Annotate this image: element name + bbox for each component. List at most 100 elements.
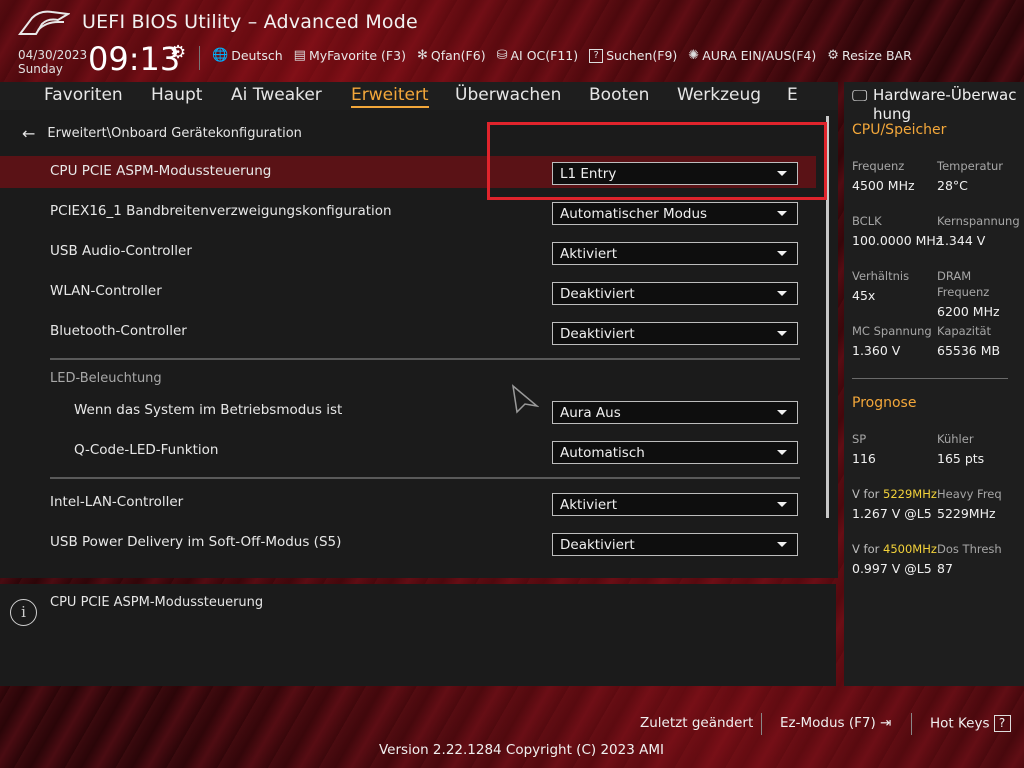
hw-ratio-value: 45x — [852, 288, 876, 303]
fan-icon: ✻ — [416, 48, 428, 63]
tab-favoriten[interactable]: Favoriten — [44, 85, 123, 105]
dropdown-arrow-icon — [777, 542, 787, 547]
dropdown-value: Automatischer Modus — [560, 206, 708, 222]
hw-mc-value: 1.360 V — [852, 343, 901, 358]
section-heading-led: LED-Beleuchtung — [50, 371, 162, 386]
toolbar-label: Suchen(F9) — [606, 48, 678, 63]
toolbar-resize-bar[interactable]: ⚙ Resize BAR — [827, 48, 912, 63]
toolbar-language[interactable]: 🌐 Deutsch — [212, 48, 283, 63]
toolbar-ai-oc[interactable]: ⛁ AI OC(F11) — [497, 48, 579, 63]
hw-vcore-value: 1.344 V — [937, 233, 986, 248]
setting-dropdown[interactable]: Deaktiviert — [552, 322, 798, 345]
setting-row-bluetooth[interactable]: Bluetooth-Controller Deaktiviert — [0, 316, 816, 348]
dropdown-value: Deaktiviert — [560, 326, 635, 342]
hw-v1-label: V for 5229MHz — [852, 486, 937, 502]
section-divider — [50, 477, 800, 479]
toolbar-search[interactable]: ? Suchen(F9) — [589, 48, 677, 63]
tab-exit[interactable]: E — [787, 85, 798, 105]
toolbar-label: MyFavorite (F3) — [308, 48, 406, 63]
last-changed-button[interactable]: Zuletzt geändert — [640, 715, 753, 731]
hw-freq-value: 4500 MHz — [852, 178, 915, 193]
hot-keys-label: Hot Keys — [930, 715, 990, 732]
mouse-cursor-icon — [511, 384, 539, 414]
setting-row-led-working-state[interactable]: Wenn das System im Betriebsmodus ist Aur… — [0, 395, 816, 427]
footer-divider — [911, 713, 912, 735]
setting-label: Wenn das System im Betriebsmodus ist — [74, 402, 343, 418]
ez-mode-label: Ez-Modus (F7) — [780, 715, 876, 731]
hw-divider — [852, 378, 1008, 379]
version-text: Version 2.22.1284 Copyright (C) 2023 AMI — [379, 742, 664, 758]
hw-dram-label-line2: Frequenz — [937, 285, 990, 299]
setting-row-wlan[interactable]: WLAN-Controller Deaktiviert — [0, 276, 816, 308]
toolbar-qfan[interactable]: ✻ Qfan(F6) — [417, 48, 486, 63]
tab-ueberwachen[interactable]: Überwachen — [455, 85, 561, 105]
hw-capacity-value: 65536 MB — [937, 343, 1001, 358]
breadcrumb: ← Erweitert\Onboard Gerätekonfiguration — [22, 124, 302, 143]
setting-label: WLAN-Controller — [50, 283, 162, 299]
hw-v1-prefix: V for — [852, 487, 883, 501]
hw-v1-freq: 5229MHz — [883, 487, 937, 501]
dropdown-arrow-icon — [777, 211, 787, 216]
toolbar-label: Deutsch — [231, 48, 283, 63]
hw-heavy-label: Heavy Freq — [937, 487, 1002, 501]
dropdown-value: Deaktiviert — [560, 537, 635, 553]
setting-dropdown[interactable]: Aktiviert — [552, 493, 798, 516]
tab-haupt[interactable]: Haupt — [151, 85, 202, 105]
setting-label: CPU PCIE ASPM-Modussteuerung — [50, 163, 272, 179]
setting-label: PCIEX16_1 Bandbreitenverzweigungskonfigu… — [50, 203, 392, 219]
hw-ratio-label: Verhältnis — [852, 269, 910, 283]
aura-icon: ✺ — [688, 48, 700, 63]
hw-dos-value: 87 — [937, 561, 953, 576]
hw-dram-label: DRAM Frequenz — [937, 268, 989, 300]
hw-sp-label: SP — [852, 432, 867, 446]
setting-dropdown[interactable]: Automatisch — [552, 441, 798, 464]
footer-divider — [761, 713, 762, 735]
clock-display: 09:13 — [88, 40, 181, 78]
setting-row-usb-power-delivery[interactable]: USB Power Delivery im Soft-Off-Modus (S5… — [0, 527, 816, 559]
exit-arrow-icon: ⇥ — [875, 715, 892, 731]
setting-dropdown[interactable]: Deaktiviert — [552, 282, 798, 305]
toolbar-myfavorite[interactable]: ▤ MyFavorite (F3) — [294, 48, 406, 63]
hw-dos-label: Dos Thresh — [937, 542, 1002, 556]
tab-booten[interactable]: Booten — [589, 85, 649, 105]
ez-mode-button[interactable]: Ez-Modus (F7) ⇥ — [780, 715, 891, 731]
date-display: 04/30/2023 Sunday — [18, 48, 87, 76]
hot-keys-button[interactable]: Hot Keys? — [930, 715, 1011, 732]
date-text: 04/30/2023 — [18, 48, 88, 62]
setting-dropdown[interactable]: Automatischer Modus — [552, 202, 798, 225]
setting-dropdown[interactable]: Aktiviert — [552, 242, 798, 265]
hw-vcore-label: Kernspannung — [937, 214, 1020, 228]
hw-freq-label: Frequenz — [852, 159, 905, 173]
hw-mc-label: MC Spannung — [852, 324, 932, 338]
setting-dropdown[interactable]: Aura Aus — [552, 401, 798, 424]
setting-label: USB Audio-Controller — [50, 243, 192, 259]
setting-label: USB Power Delivery im Soft-Off-Modus (S5… — [50, 534, 342, 550]
back-arrow-icon[interactable]: ← — [22, 124, 35, 143]
hw-section-prognose: Prognose — [852, 395, 917, 411]
main-panel: Favoriten Haupt Ai Tweaker Erweitert Übe… — [0, 82, 838, 578]
dropdown-arrow-icon — [777, 502, 787, 507]
dropdown-value: Aura Aus — [560, 405, 621, 421]
setting-row-usb-audio[interactable]: USB Audio-Controller Aktiviert — [0, 236, 816, 268]
setting-row-intel-lan[interactable]: Intel-LAN-Controller Aktiviert — [0, 487, 816, 519]
app-title: UEFI BIOS Utility – Advanced Mode — [82, 11, 418, 33]
hw-v2-value: 0.997 V @L5 — [852, 561, 932, 576]
settings-gear-icon[interactable]: ⚙ — [170, 42, 186, 63]
setting-dropdown[interactable]: Deaktiviert — [552, 533, 798, 556]
tab-ai-tweaker[interactable]: Ai Tweaker — [231, 85, 322, 105]
hw-temp-value: 28°C — [937, 178, 968, 193]
hw-heavy-value: 5229MHz — [937, 506, 996, 521]
hw-title-line1: Hardware-Überwac — [873, 86, 1017, 104]
hw-v1-value: 1.267 V @L5 — [852, 506, 932, 521]
setting-row-qcode-led[interactable]: Q-Code-LED-Funktion Automatisch — [0, 435, 816, 467]
toolbar-aura[interactable]: ✺ AURA EIN/AUS(F4) — [688, 48, 816, 63]
dropdown-value: Aktiviert — [560, 246, 617, 262]
tab-werkzeug[interactable]: Werkzeug — [677, 85, 761, 105]
hw-bclk-label: BCLK — [852, 214, 882, 228]
setting-row-pciex16-bifurcation[interactable]: PCIEX16_1 Bandbreitenverzweigungskonfigu… — [0, 196, 816, 228]
setting-label: Intel-LAN-Controller — [50, 494, 184, 510]
dropdown-arrow-icon — [777, 251, 787, 256]
dropdown-arrow-icon — [777, 410, 787, 415]
toolbar-label: Qfan(F6) — [430, 48, 486, 63]
tab-erweitert[interactable]: Erweitert — [351, 85, 429, 108]
